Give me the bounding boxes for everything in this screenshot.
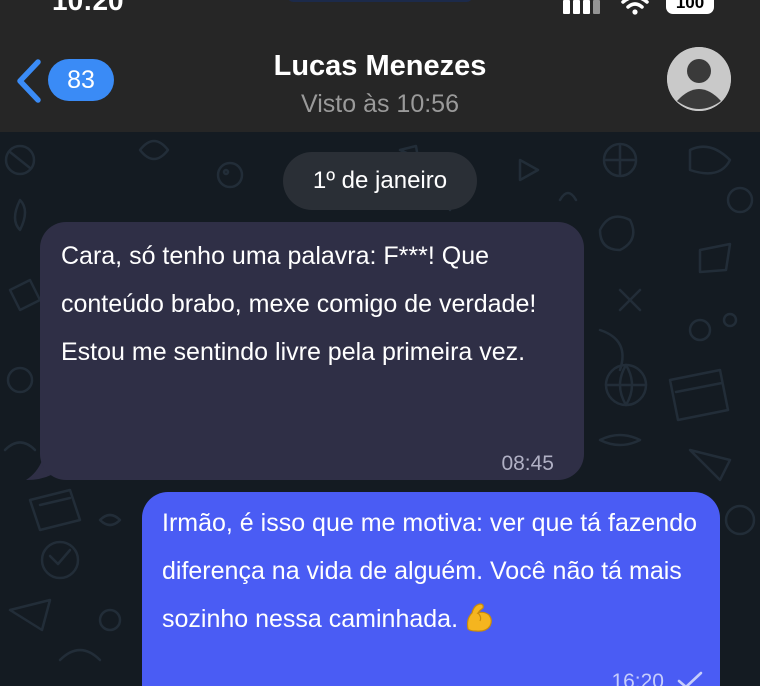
incoming-message-bubble[interactable]: Cara, só tenho uma palavra: F***! Que co… (40, 222, 584, 480)
message-time: 16:20 (611, 670, 664, 686)
dynamic-island (288, 0, 472, 2)
wifi-icon (621, 0, 649, 15)
date-separator: 1º de janeiro (283, 152, 477, 210)
flexed-biceps-icon (466, 603, 492, 632)
outgoing-message-bubble[interactable]: Irmão, é isso que me motiva: ver que tá … (142, 492, 720, 686)
message-text: Irmão, é isso que me motiva: ver que tá … (162, 499, 700, 643)
avatar-placeholder-icon (667, 47, 731, 111)
contact-avatar[interactable] (667, 47, 731, 111)
last-seen-status: Visto às 10:56 (301, 90, 459, 118)
message-text: Cara, só tenho uma palavra: F***! Que co… (61, 242, 537, 366)
contact-name[interactable]: Lucas Menezes (0, 50, 760, 83)
message-time: 08:45 (501, 452, 554, 475)
battery-icon: 100 (666, 0, 714, 14)
status-time: 10:20 (52, 0, 124, 16)
read-check-icon (677, 671, 703, 686)
status-bar: 10:20 100 (0, 0, 760, 20)
signal-icon (563, 0, 603, 16)
message-text-content: Irmão, é isso que me motiva: ver que tá … (162, 509, 697, 633)
chat-header: 83 Lucas Menezes Visto às 10:56 (0, 20, 760, 132)
battery-level: 100 (675, 0, 705, 12)
